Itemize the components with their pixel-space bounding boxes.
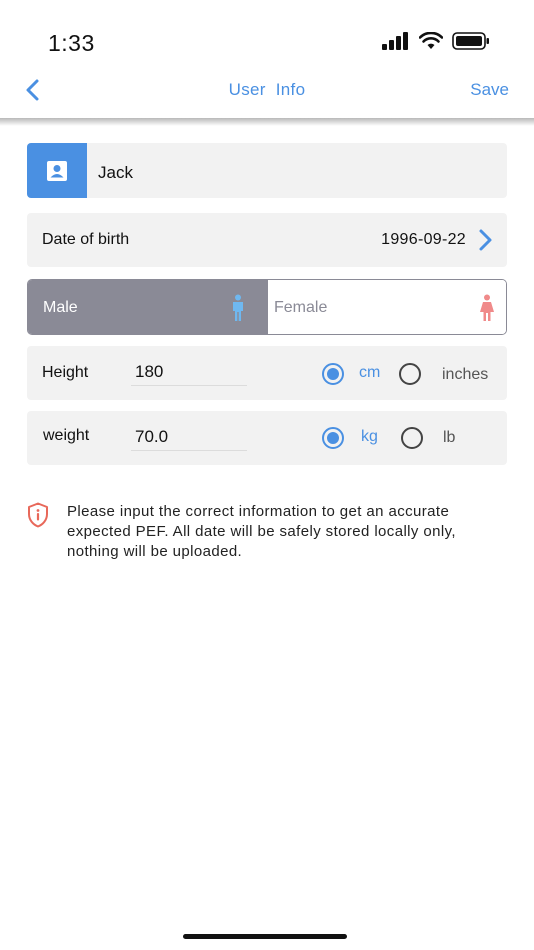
date-of-birth-value: 1996-09-22 [381, 231, 466, 248]
gender-female-label: Female [274, 299, 328, 316]
signal-icon [382, 32, 408, 50]
height-unit-cm-radio[interactable] [322, 363, 344, 385]
wifi-icon [419, 32, 443, 49]
contact-card-icon [47, 160, 67, 181]
status-time: 1:33 [48, 30, 95, 56]
female-figure-icon [480, 294, 494, 321]
save-button[interactable]: Save [470, 80, 509, 100]
chevron-right-icon [479, 229, 492, 251]
height-input[interactable] [131, 359, 247, 386]
name-row[interactable]: Jack [27, 143, 507, 198]
status-bar: 1:33 [0, 0, 534, 70]
weight-input[interactable] [131, 424, 247, 451]
gender-male-label: Male [43, 299, 78, 316]
avatar [27, 143, 87, 198]
height-unit-cm-label: cm [359, 364, 381, 381]
gender-female-option[interactable]: Female [268, 280, 506, 334]
nav-bar: User Info Save [0, 70, 534, 120]
height-row: Height cm inches [27, 346, 507, 400]
height-unit-inches-radio[interactable] [399, 363, 421, 385]
battery-icon [452, 32, 489, 50]
home-indicator [183, 934, 347, 939]
weight-label: weight [43, 427, 90, 444]
date-of-birth-row[interactable]: Date of birth 1996-09-22 [27, 213, 507, 267]
name-field[interactable]: Jack [98, 163, 133, 183]
weight-unit-lb-radio[interactable] [401, 427, 423, 449]
notice-text: Please input the correct information to … [67, 503, 456, 560]
weight-unit-kg-radio[interactable] [322, 427, 344, 449]
page-title: User Info [228, 80, 306, 99]
shield-info-icon [28, 502, 48, 528]
weight-unit-kg-label: kg [361, 428, 378, 445]
status-icons [382, 32, 490, 50]
gender-selector: Male Female [27, 279, 507, 335]
nav-divider [0, 118, 534, 126]
weight-unit-lb-label: lb [443, 429, 456, 446]
height-label: Height [42, 364, 89, 381]
date-of-birth-label: Date of birth [42, 231, 130, 248]
gender-male-option[interactable]: Male [28, 280, 268, 334]
weight-row: weight kg lb [27, 411, 507, 465]
male-figure-icon [233, 294, 243, 321]
height-unit-inches-label: inches [442, 366, 489, 383]
